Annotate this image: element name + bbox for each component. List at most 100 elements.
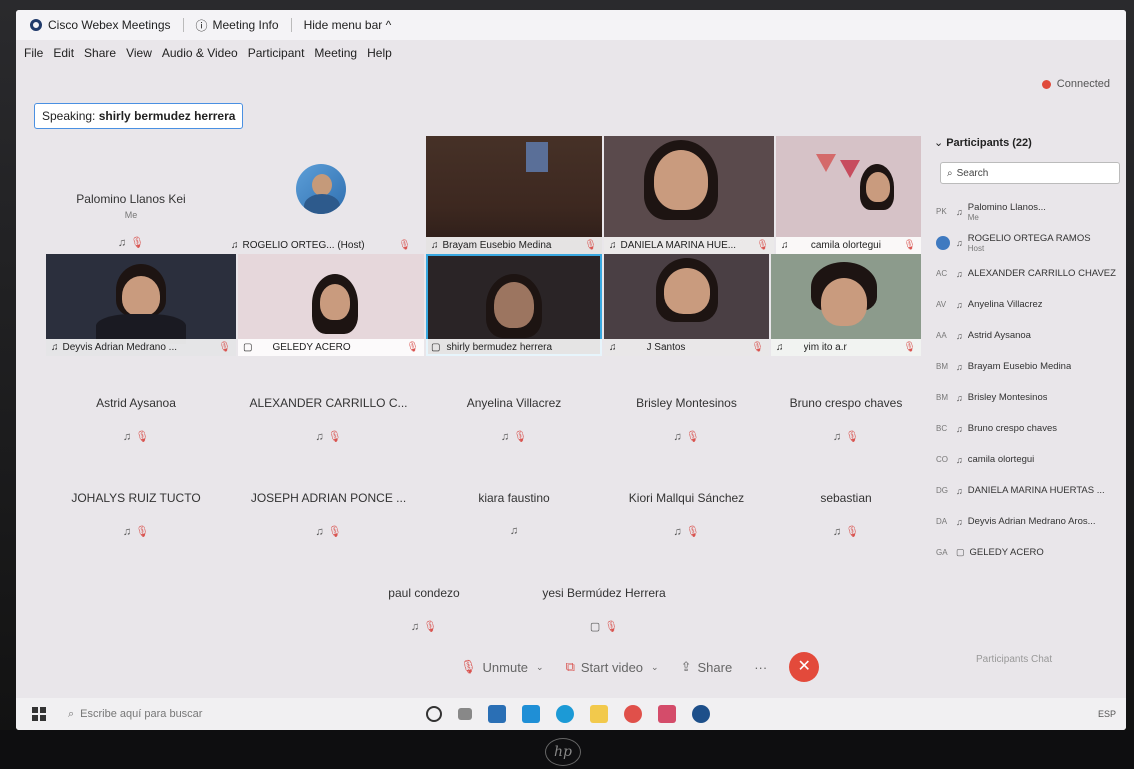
participant-initials: BC	[936, 424, 948, 433]
participant-name: shirly bermudez herrera	[446, 342, 553, 353]
self-tile[interactable]: Palomino Llanos Kei Me ♫ 🎙	[41, 136, 221, 254]
audio-tile[interactable]: Bruno crespo chaves ♫ 🎙	[771, 376, 921, 456]
mic-muted-icon: 🎙	[685, 431, 700, 443]
panel-footer-tabs[interactable]: Participants Chat	[976, 654, 1052, 665]
list-item[interactable]: AA ♫ Astrid Aysanoa	[936, 320, 1126, 351]
participants-count: Participants (22)	[946, 137, 1032, 149]
active-speaker-tile[interactable]: ▢ shirly bermudez herrera	[426, 254, 602, 356]
windows-start-button[interactable]	[32, 707, 46, 721]
audio-tile[interactable]: sebastian ♫ 🎙	[771, 471, 921, 551]
audio-icon: ♫	[956, 237, 963, 248]
app-icon[interactable]	[658, 705, 676, 723]
participants-panel-title[interactable]: ⌄ Participants (22)	[934, 136, 1032, 149]
video-tile[interactable]: ♫ camila olortegui 🎙	[776, 136, 921, 254]
video-tile[interactable]: ♫ DANIELA MARINA HUE... 🎙	[604, 136, 774, 254]
meeting-info-button[interactable]: Meeting Info	[213, 18, 279, 32]
menu-audio-video[interactable]: Audio & Video	[162, 46, 238, 60]
list-item[interactable]: ♫ ROGELIO ORTEGA RAMOS Host	[936, 227, 1126, 258]
menu-help[interactable]: Help	[367, 46, 392, 60]
participant-face	[821, 278, 867, 326]
video-tile[interactable]: ♫ Brayam Eusebio Medina 🎙	[426, 136, 602, 254]
audio-tile[interactable]: JOHALYS RUIZ TUCTO ♫ 🎙	[46, 471, 226, 551]
participants-panel: ⌄ Participants (22) ⌕ Search PK ♫ Palomino L…	[926, 128, 1126, 665]
audio-tile[interactable]: Anyelina Villacrez ♫ 🎙	[426, 376, 602, 456]
menu-participant[interactable]: Participant	[248, 46, 305, 60]
speaking-name: shirly bermudez herrera	[98, 109, 236, 123]
taskbar-search[interactable]: ⌕ Escribe aquí para buscar	[68, 708, 202, 721]
menu-edit[interactable]: Edit	[53, 46, 74, 60]
list-item[interactable]: BM ♫ Brisley Montesinos	[936, 382, 1126, 413]
list-item[interactable]: CO ♫ camila olortegui	[936, 444, 1126, 475]
video-off-icon: ▢	[431, 342, 441, 353]
participant-face	[654, 150, 708, 210]
audio-tile[interactable]: ALEXANDER CARRILLO C... ♫ 🎙	[231, 376, 426, 456]
audio-tile[interactable]: yesi Bermúdez Herrera ▢ 🎙	[516, 566, 692, 646]
list-item[interactable]: GA ▢ GELEDY ACERO	[936, 537, 1126, 568]
video-off-icon: ▢	[589, 621, 601, 633]
chevron-down-icon[interactable]: ⌄	[536, 662, 544, 673]
video-tile[interactable]: ♫ Deyvis Adrian Medrano ... 🎙	[46, 254, 236, 356]
tile-namebar: ♫ DANIELA MARINA HUE... 🎙	[604, 237, 774, 254]
mic-muted-icon: 🎙	[751, 342, 764, 353]
video-tile[interactable]: ♫ J Santos 🎙	[604, 254, 769, 356]
store-icon[interactable]	[488, 705, 506, 723]
audio-tile[interactable]: Kiori Mallqui Sánchez ♫ 🎙	[604, 471, 769, 551]
hide-menu-bar-button[interactable]: Hide menu bar ^	[304, 18, 392, 32]
participant-name: camila olortegui	[967, 454, 1035, 465]
menu-share[interactable]: Share	[84, 46, 116, 60]
tile-audio-icons: ♫ 🎙	[336, 620, 512, 633]
list-item[interactable]: AV ♫ Anyelina Villacrez	[936, 289, 1126, 320]
menu-file[interactable]: File	[24, 46, 43, 60]
connection-status[interactable]: Connected	[1041, 78, 1110, 90]
host-tile[interactable]: ♫ ROGELIO ORTEG... (Host) 🎙	[226, 136, 416, 254]
system-tray[interactable]: ESP	[1098, 709, 1116, 719]
unmute-button[interactable]: 🎙 Unmute ⌄	[456, 659, 544, 675]
tile-namebar: ♫ J Santos 🎙	[604, 339, 769, 356]
connection-label: Connected	[1056, 78, 1110, 90]
menu-meeting[interactable]: Meeting	[314, 46, 357, 60]
participant-face	[122, 276, 160, 316]
participant-entry: ROGELIO ORTEGA RAMOS Host	[968, 233, 1091, 253]
chrome-icon[interactable]	[624, 705, 642, 723]
list-item[interactable]: BC ♫ Bruno crespo chaves	[936, 413, 1126, 444]
share-button[interactable]: ⇪ Share	[681, 659, 733, 675]
audio-tile[interactable]: kiara faustino ♫	[426, 471, 602, 551]
start-video-button[interactable]: ⧉ Start video ⌄	[566, 659, 659, 675]
audio-tile[interactable]: Astrid Aysanoa ♫ 🎙	[46, 376, 226, 456]
video-tile[interactable]: ♫ yim ito a.r 🎙	[771, 254, 921, 356]
mic-muted-icon: 🎙	[398, 240, 411, 251]
search-icon: ⌕	[947, 168, 953, 179]
video-tile[interactable]: ▢ GELEDY ACERO 🎙	[238, 254, 424, 356]
audio-icon: ♫	[609, 342, 617, 353]
leave-meeting-button[interactable]: ✕	[789, 652, 820, 682]
participant-name: Palomino Llanos...	[967, 201, 1046, 213]
list-item[interactable]: DA ♫ Deyvis Adrian Medrano Aros...	[936, 506, 1126, 537]
webex-taskbar-icon[interactable]	[692, 705, 710, 723]
task-view-icon[interactable]	[458, 708, 472, 720]
participant-search-input[interactable]: ⌕ Search	[940, 162, 1120, 184]
participant-name: Astrid Aysanoa	[967, 330, 1031, 341]
chevron-down-icon[interactable]: ⌄	[651, 662, 659, 673]
tile-audio-icons: ♫ 🎙	[46, 525, 226, 538]
cortana-icon[interactable]	[426, 706, 442, 722]
edge-browser-icon[interactable]	[556, 705, 574, 723]
more-options-button[interactable]: ···	[754, 660, 767, 675]
list-item[interactable]: PK ♫ Palomino Llanos... Me	[936, 196, 1126, 227]
participant-initials: AV	[936, 300, 947, 309]
audio-tile[interactable]: paul condezo ♫ 🎙	[336, 566, 512, 646]
menu-bar: File Edit Share View Audio & Video Parti…	[16, 40, 1126, 66]
list-item[interactable]: DG ♫ DANIELA MARINA HUERTAS ...	[936, 475, 1126, 506]
list-item[interactable]: AC ♫ ALEXANDER CARRILLO CHAVEZ	[936, 258, 1126, 289]
tile-audio-icons: ♫ 🎙	[604, 525, 769, 538]
mail-icon[interactable]	[522, 705, 540, 723]
participant-name: Brisley Montesinos	[636, 396, 737, 410]
participant-initials: BM	[936, 362, 948, 371]
meeting-info-icon[interactable]: ⓘ	[196, 17, 208, 34]
audio-tile[interactable]: Brisley Montesinos ♫ 🎙	[604, 376, 769, 456]
audio-tile[interactable]: JOSEPH ADRIAN PONCE ... ♫ 🎙	[231, 471, 426, 551]
participant-name: Anyelina Villacrez	[967, 299, 1043, 310]
file-explorer-icon[interactable]	[590, 705, 608, 723]
list-item[interactable]: BM ♫ Brayam Eusebio Medina	[936, 351, 1126, 382]
bunting-decoration	[816, 154, 836, 172]
menu-view[interactable]: View	[126, 46, 152, 60]
